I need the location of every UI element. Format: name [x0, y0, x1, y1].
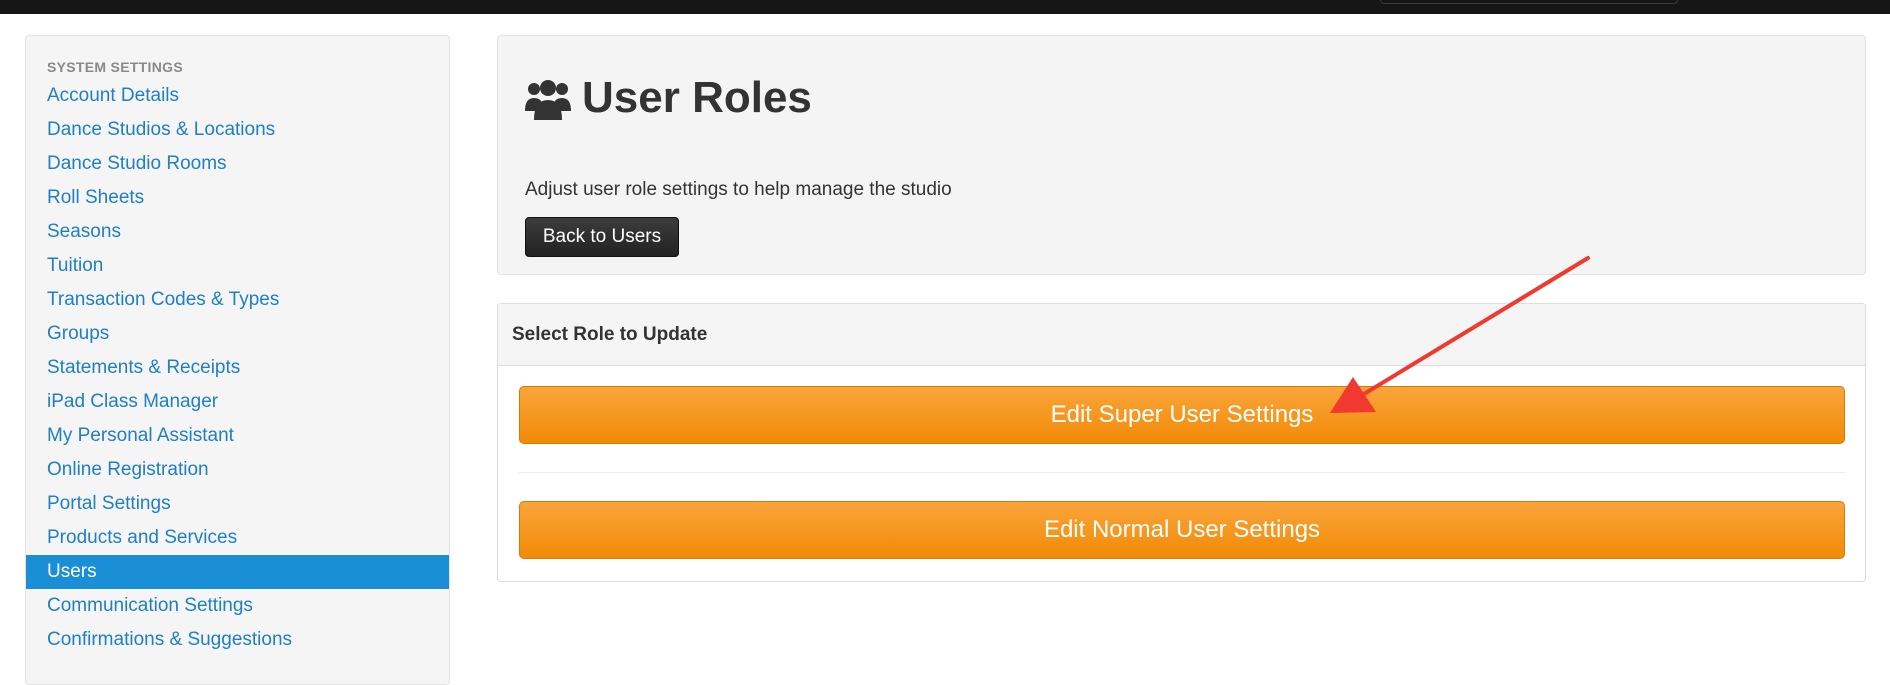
sidebar-item-roll-sheets[interactable]: Roll Sheets [26, 181, 449, 215]
sidebar-item-portal-settings[interactable]: Portal Settings [26, 487, 449, 521]
page-title: User Roles [582, 73, 812, 122]
sidebar-nav-list: Account Details Dance Studios & Location… [26, 79, 449, 657]
sidebar-item-dance-studio-rooms[interactable]: Dance Studio Rooms [26, 147, 449, 181]
sidebar-item-ipad-class-manager[interactable]: iPad Class Manager [26, 385, 449, 419]
edit-super-user-settings-button[interactable]: Edit Super User Settings [519, 386, 1845, 444]
sidebar-item-communication-settings[interactable]: Communication Settings [26, 589, 449, 623]
sidebar-item-users[interactable]: Users [26, 555, 449, 589]
sidebar-header: SYSTEM SETTINGS [47, 59, 183, 75]
sidebar-item-tuition[interactable]: Tuition [26, 249, 449, 283]
top-navbar [0, 0, 1890, 14]
select-role-panel: Select Role to Update Edit Super User Se… [497, 303, 1866, 582]
page-header-well: User Roles Adjust user role settings to … [497, 35, 1866, 275]
panel-heading: Select Role to Update [498, 304, 1865, 366]
sidebar-item-products-services[interactable]: Products and Services [26, 521, 449, 555]
back-to-users-button[interactable]: Back to Users [525, 217, 679, 257]
sidebar-item-transaction-codes-types[interactable]: Transaction Codes & Types [26, 283, 449, 317]
sidebar-item-online-registration[interactable]: Online Registration [26, 453, 449, 487]
page-subtitle: Adjust user role settings to help manage… [525, 179, 952, 200]
sidebar-item-groups[interactable]: Groups [26, 317, 449, 351]
sidebar-item-statements-receipts[interactable]: Statements & Receipts [26, 351, 449, 385]
page-title-row: User Roles [525, 76, 812, 120]
system-settings-sidebar: SYSTEM SETTINGS Account Details Dance St… [25, 35, 450, 685]
sidebar-item-dance-studios-locations[interactable]: Dance Studios & Locations [26, 113, 449, 147]
sidebar-item-confirmations-suggestions[interactable]: Confirmations & Suggestions [26, 623, 449, 657]
sidebar-item-account-details[interactable]: Account Details [26, 79, 449, 113]
panel-divider [519, 472, 1845, 473]
sidebar-item-my-personal-assistant[interactable]: My Personal Assistant [26, 419, 449, 453]
navbar-search-box[interactable] [1380, 0, 1678, 4]
users-icon [525, 76, 571, 120]
edit-normal-user-settings-button[interactable]: Edit Normal User Settings [519, 501, 1845, 559]
sidebar-item-seasons[interactable]: Seasons [26, 215, 449, 249]
